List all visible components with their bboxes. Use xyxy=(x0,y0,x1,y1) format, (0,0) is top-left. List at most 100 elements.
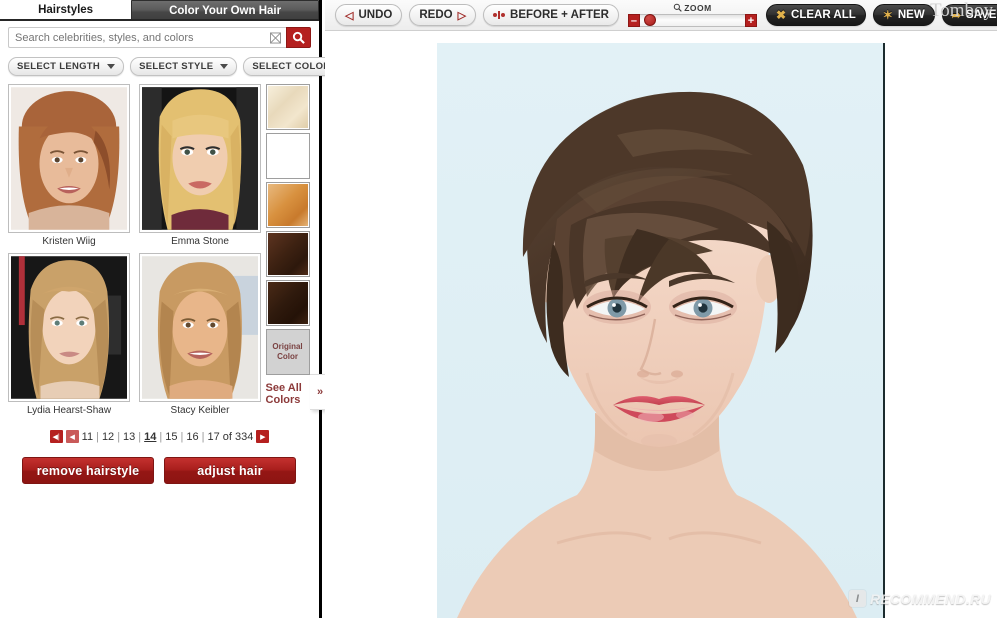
color-swatch-original[interactable]: Original Color xyxy=(265,329,310,375)
subject-photo[interactable] xyxy=(437,43,885,618)
adjust-hair-button[interactable]: adjust hair xyxy=(164,457,296,484)
new-label: NEW xyxy=(897,9,925,21)
pagination-page-13[interactable]: 13 xyxy=(123,431,135,443)
color-swatch-darkest-brown[interactable] xyxy=(265,280,310,326)
color-swatch-strawberry-copper[interactable] xyxy=(265,182,310,228)
watermark-text: RECOMMEND.RU xyxy=(869,590,991,607)
pagination-first-button[interactable]: ◀| xyxy=(49,430,63,443)
pagination-prev-button[interactable]: ◀ xyxy=(65,430,79,443)
pagination-page-14-current[interactable]: 14 xyxy=(144,431,156,443)
portrait-illustration xyxy=(437,43,883,618)
star-icon: ✶ xyxy=(882,8,893,22)
remove-hairstyle-button[interactable]: remove hairstyle xyxy=(22,457,154,484)
original-color-line2: Color xyxy=(277,352,298,361)
thumbnail-row: Kristen Wiig Emma Stone xyxy=(8,84,264,247)
celebrity-photo xyxy=(11,256,127,399)
select-color-label: SELECT COLOR xyxy=(252,61,331,72)
see-all-colors-line2: Colors xyxy=(265,394,301,406)
select-length-label: SELECT LENGTH xyxy=(17,61,101,72)
pagination-separator: | xyxy=(159,430,163,443)
tab-hairstyles[interactable]: Hairstyles xyxy=(0,0,132,21)
clear-all-button[interactable]: ✖ CLEAR ALL xyxy=(765,4,866,26)
undo-label: UNDO xyxy=(358,9,393,21)
new-button[interactable]: ✶ NEW xyxy=(872,4,935,26)
color-swatch-platinum-blonde[interactable] xyxy=(265,84,310,130)
before-after-label: BEFORE + AFTER xyxy=(510,9,609,21)
chevron-right-icon: ▷ xyxy=(457,9,467,22)
zoom-slider-handle[interactable] xyxy=(643,14,656,26)
redo-button[interactable]: REDO ▷ xyxy=(409,4,477,26)
pagination-separator: | xyxy=(96,430,99,443)
search-row xyxy=(8,27,311,48)
thumbnail-lydia-hearst-shaw[interactable] xyxy=(8,253,130,402)
select-style-dropdown[interactable]: SELECT STYLE xyxy=(130,57,238,76)
photo-canvas[interactable]: I RECOMMEND.RU xyxy=(325,31,997,618)
pagination-page-16[interactable]: 16 xyxy=(186,431,198,443)
pagination-separator: | xyxy=(138,430,142,443)
action-buttons: remove hairstyle adjust hair xyxy=(22,457,319,484)
original-color-line1: Original xyxy=(272,342,303,351)
see-all-colors-line1: See All xyxy=(265,382,302,394)
pagination-total: of 334 xyxy=(222,430,254,443)
list-item[interactable]: Kristen Wiig xyxy=(8,84,130,247)
thumbnail-grid: Kristen Wiig Emma Stone Lydia Hearst-Sha… xyxy=(0,84,264,422)
color-swatch-dark-brown[interactable] xyxy=(265,231,310,277)
pagination-page-11[interactable]: 11 xyxy=(82,431,93,443)
compare-icon xyxy=(493,11,506,19)
tab-color-your-own-hair[interactable]: Color Your Own Hair xyxy=(131,0,319,21)
search-submit-button[interactable] xyxy=(286,27,311,48)
main-panel: ◁ UNDO REDO ▷ BEFORE + AFTER ZOOM – + ✖ … xyxy=(325,0,997,618)
list-item-label: Emma Stone xyxy=(171,236,229,247)
zoom-label-row: ZOOM xyxy=(673,3,712,13)
thumbnail-stacy-keibler[interactable] xyxy=(139,253,261,402)
chevron-left-icon: ◁ xyxy=(345,9,354,22)
thumbnail-emma-stone[interactable] xyxy=(139,84,261,233)
color-swatch-golden-blonde[interactable] xyxy=(265,133,310,179)
sidebar-tabs: Hairstyles Color Your Own Hair xyxy=(0,0,319,21)
thumbnail-kristen-wiig[interactable] xyxy=(8,84,130,233)
pagination-separator: | xyxy=(180,430,184,443)
list-item-label: Lydia Hearst-Shaw xyxy=(26,405,112,416)
clear-search-icon[interactable] xyxy=(270,32,281,43)
celebrity-photo xyxy=(11,87,127,230)
see-all-colors-wrap: See All Colors » xyxy=(266,374,332,410)
results-area: Kristen Wiig Emma Stone Lydia Hearst-Sha… xyxy=(0,84,332,422)
search-icon xyxy=(292,31,305,44)
list-item[interactable]: Stacy Keibler xyxy=(139,253,261,416)
pagination-next-button[interactable]: ▶ xyxy=(256,430,270,443)
redo-label: REDO xyxy=(419,9,453,21)
zoom-control: ZOOM – + xyxy=(627,3,757,28)
pagination-separator: | xyxy=(201,430,205,443)
before-after-button[interactable]: BEFORE + AFTER xyxy=(483,4,619,26)
filter-bar: SELECT LENGTH SELECT STYLE SELECT COLOR xyxy=(8,57,355,76)
celebrity-photo xyxy=(142,87,258,230)
select-length-dropdown[interactable]: SELECT LENGTH xyxy=(8,57,125,76)
color-swatch-column: Original Color See All Colors » xyxy=(264,84,332,422)
select-style-label: SELECT STYLE xyxy=(139,61,214,72)
pagination: ◀| ◀ 11 | 12 | 13 | 14 | 15 | 16 | 17 of… xyxy=(0,430,319,443)
zoom-slider-track[interactable] xyxy=(639,13,745,27)
see-all-colors-link[interactable]: See All Colors xyxy=(266,382,310,406)
list-item[interactable]: Lydia Hearst-Shaw xyxy=(8,253,130,416)
search-box[interactable] xyxy=(8,27,286,48)
pagination-page-15[interactable]: 15 xyxy=(165,431,177,443)
pagination-page-17[interactable]: 17 xyxy=(207,431,219,443)
clear-all-label: CLEAR ALL xyxy=(791,9,856,21)
save-or-share-label: SAVE OR SHARE xyxy=(965,9,997,21)
zoom-in-button[interactable]: + xyxy=(744,13,757,27)
toolbar: ◁ UNDO REDO ▷ BEFORE + AFTER ZOOM – + ✖ … xyxy=(325,0,997,31)
search-input[interactable] xyxy=(9,31,286,44)
chevron-down-icon xyxy=(107,64,116,69)
pagination-page-12[interactable]: 12 xyxy=(102,431,114,443)
magnifier-icon xyxy=(674,3,683,12)
chevron-down-icon xyxy=(220,64,229,69)
zoom-out-button[interactable]: – xyxy=(627,13,640,27)
undo-button[interactable]: ◁ UNDO xyxy=(335,4,403,26)
zoom-label: ZOOM xyxy=(684,2,712,13)
zoom-slider-row: – + xyxy=(627,13,757,27)
list-item[interactable]: Emma Stone xyxy=(139,84,261,247)
share-icon: ➦ xyxy=(951,9,961,22)
save-or-share-button[interactable]: ➦ SAVE OR SHARE xyxy=(941,4,997,26)
pagination-separator: | xyxy=(117,430,121,443)
list-item-label: Stacy Keibler xyxy=(170,405,230,416)
